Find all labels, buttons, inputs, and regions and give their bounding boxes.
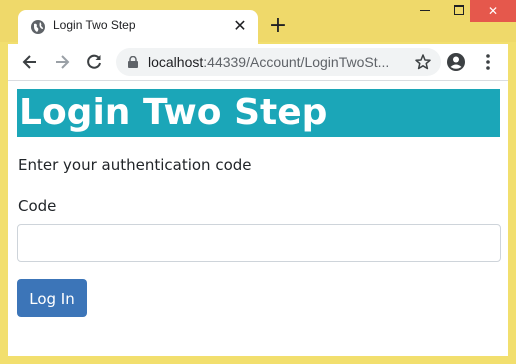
globe-icon [31, 20, 45, 34]
window-close-button[interactable]: ✕ [470, 0, 516, 22]
forward-arrow-icon[interactable] [52, 52, 72, 72]
star-icon[interactable] [414, 53, 432, 71]
code-input[interactable] [17, 224, 501, 262]
lock-icon[interactable] [128, 56, 138, 68]
page-content: Login Two Step Enter your authentication… [8, 81, 508, 356]
browser-window: Login Two Step ✕ + ✕ localhost:44339/Acc… [0, 0, 516, 364]
account-icon[interactable] [446, 52, 466, 72]
browser-tab[interactable]: Login Two Step ✕ [18, 10, 258, 44]
reload-icon[interactable] [84, 52, 104, 72]
title-bar: Login Two Step ✕ + ✕ [0, 0, 516, 44]
back-arrow-icon[interactable] [20, 52, 40, 72]
instruction-text: Enter your authentication code [18, 156, 252, 174]
url-host: localhost [148, 54, 204, 70]
minimize-button[interactable] [408, 0, 442, 22]
login-button[interactable]: Log In [17, 279, 87, 317]
address-bar[interactable]: localhost:44339/Account/LoginTwoSt... [116, 48, 441, 76]
code-label: Code [18, 197, 57, 215]
close-icon[interactable]: ✕ [232, 18, 248, 34]
kebab-menu-icon[interactable] [482, 52, 494, 72]
tab-title: Login Two Step [53, 18, 136, 32]
plus-icon[interactable]: + [268, 15, 288, 37]
url-text[interactable]: localhost:44339/Account/LoginTwoSt... [148, 54, 404, 70]
browser-toolbar: localhost:44339/Account/LoginTwoSt... [8, 44, 508, 81]
page-title: Login Two Step [17, 89, 500, 137]
url-path: :44339/Account/LoginTwoSt... [203, 54, 390, 70]
